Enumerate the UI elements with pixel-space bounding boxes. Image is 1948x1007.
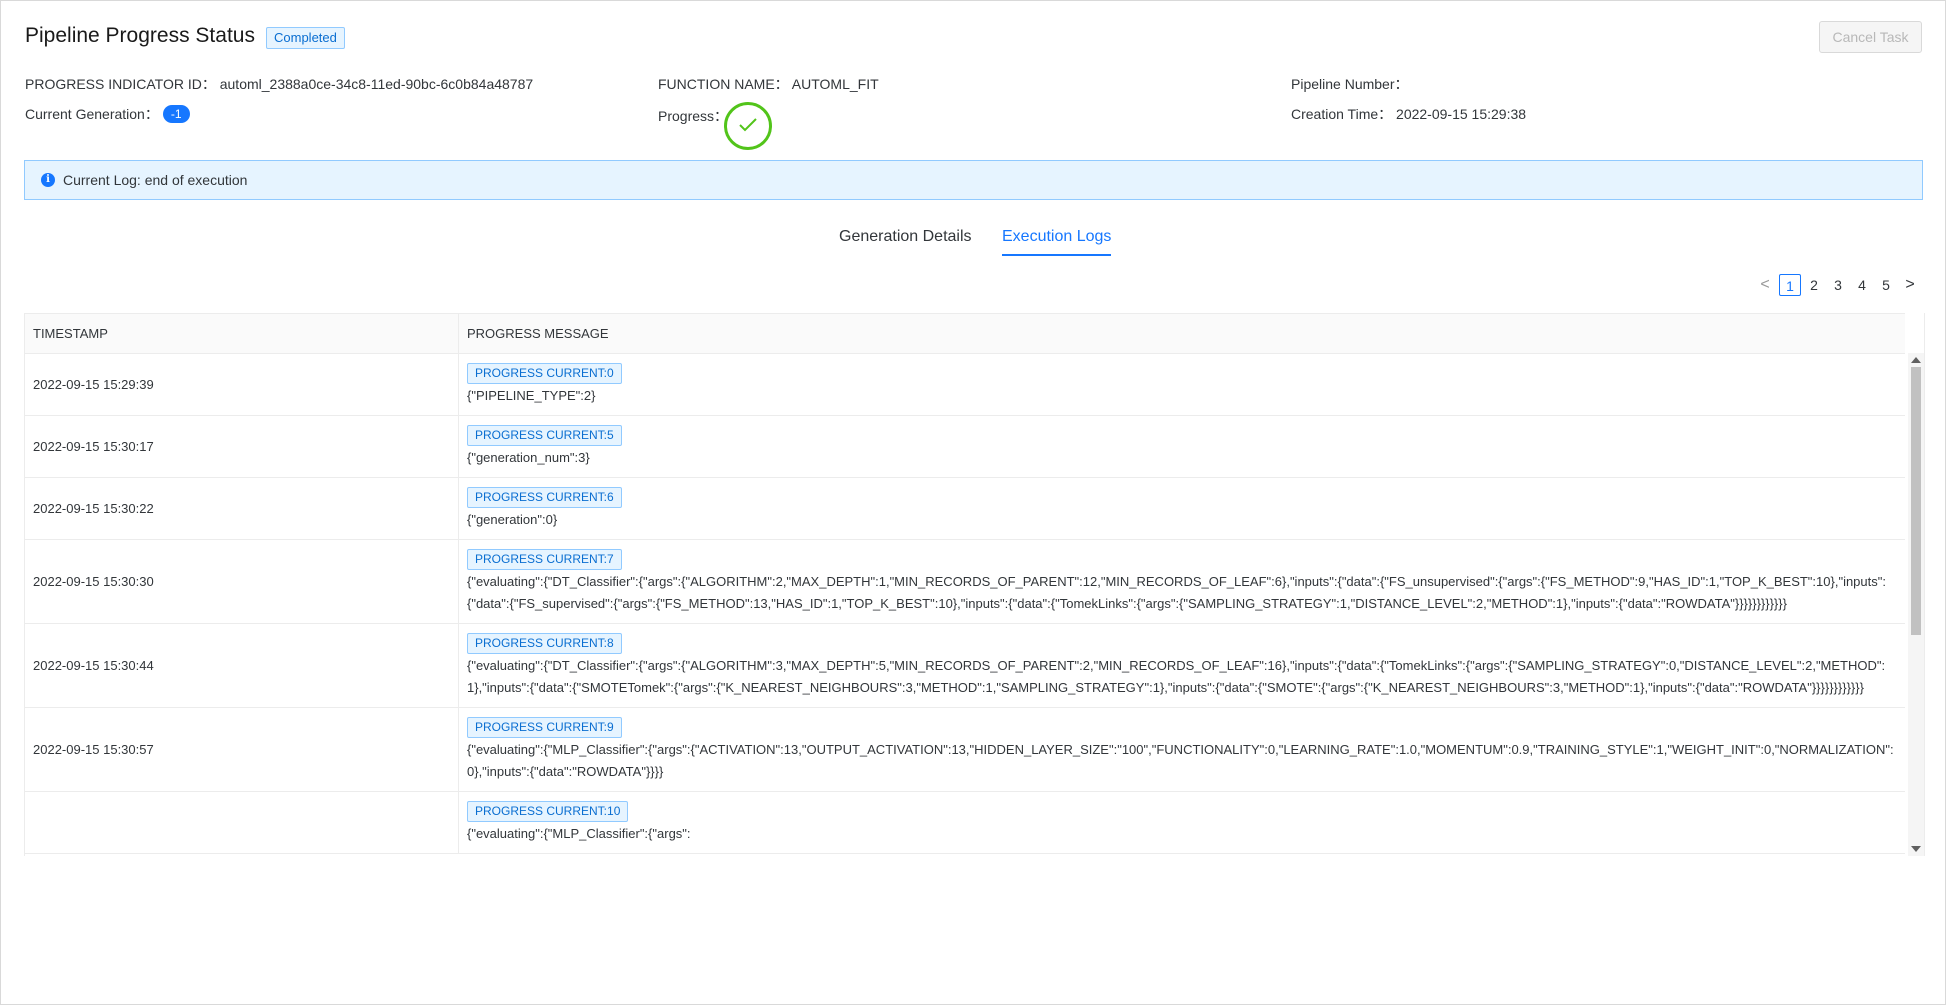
progress-current-tag: PROGRESS CURRENT:9 — [467, 717, 622, 738]
timestamp-cell — [25, 791, 459, 854]
timestamp-cell: 2022-09-15 15:29:39 — [25, 353, 459, 416]
table-scrollbar[interactable] — [1908, 353, 1924, 856]
progress-current-tag: PROGRESS CURRENT:7 — [467, 549, 622, 570]
progress-message: {"evaluating":{"MLP_Classifier":{"args":… — [467, 742, 1894, 779]
creation-time: Creation Time： 2022-09-15 15:29:38 — [1291, 106, 1527, 122]
tab-execution-logs[interactable]: Execution Logs — [1002, 228, 1112, 256]
progress-current-tag: PROGRESS CURRENT:5 — [467, 425, 622, 446]
table-row: 2022-09-15 15:30:57 PROGRESS CURRENT:9 {… — [25, 707, 1905, 792]
progress-indicator-id: PROGRESS INDICATOR ID： automl_2388a0ce-3… — [25, 76, 534, 92]
info-icon: i — [41, 173, 55, 187]
current-log-alert: i Current Log: end of execution — [24, 160, 1923, 200]
progress-message: {"evaluating":{"DT_Classifier":{"args":{… — [467, 574, 1886, 611]
column-header-timestamp: TIMESTAMP — [25, 313, 459, 354]
current-log-text: Current Log: end of execution — [63, 172, 248, 188]
message-cell: PROGRESS CURRENT:7 {"evaluating":{"DT_Cl… — [458, 539, 1905, 624]
table-row: 2022-09-15 15:30:44 PROGRESS CURRENT:8 {… — [25, 623, 1905, 708]
progress-message: {"evaluating":{"MLP_Classifier":{"args": — [467, 826, 691, 841]
progress-message: {"generation_num":3} — [467, 450, 590, 465]
timestamp-cell: 2022-09-15 15:30:30 — [25, 539, 459, 624]
pagination-page[interactable]: 2 — [1803, 274, 1825, 296]
function-name: FUNCTION NAME： AUTOML_FIT — [658, 76, 879, 92]
current-generation-badge: -1 — [162, 105, 190, 123]
progress-current-tag: PROGRESS CURRENT:6 — [467, 487, 622, 508]
progress-current-tag: PROGRESS CURRENT:10 — [467, 801, 629, 822]
progress-message: {"generation":0} — [467, 512, 558, 527]
pipeline-number: Pipeline Number： — [1291, 76, 1409, 92]
scroll-up-icon[interactable] — [1911, 357, 1921, 363]
pagination-page[interactable]: 4 — [1851, 274, 1873, 296]
message-cell: PROGRESS CURRENT:0 {"PIPELINE_TYPE":2} — [458, 353, 1905, 416]
table-header-row: TIMESTAMP PROGRESS MESSAGE — [25, 313, 1905, 354]
progress-label: Progress： — [658, 108, 729, 124]
cancel-task-button[interactable]: Cancel Task — [1819, 21, 1922, 53]
progress-current-tag: PROGRESS CURRENT:0 — [467, 363, 622, 384]
page-title: Pipeline Progress Status — [25, 24, 255, 47]
current-generation: Current Generation： -1 — [25, 104, 190, 124]
timestamp-cell: 2022-09-15 15:30:22 — [25, 477, 459, 540]
pagination-prev-icon[interactable]: < — [1754, 274, 1776, 296]
table-row: PROGRESS CURRENT:10 {"evaluating":{"MLP_… — [25, 791, 1905, 854]
message-cell: PROGRESS CURRENT:5 {"generation_num":3} — [458, 415, 1905, 478]
message-cell: PROGRESS CURRENT:8 {"evaluating":{"DT_Cl… — [458, 623, 1905, 708]
table-row: 2022-09-15 15:30:30 PROGRESS CURRENT:7 {… — [25, 539, 1905, 624]
pagination-page[interactable]: 1 — [1779, 274, 1801, 296]
pagination-page[interactable]: 5 — [1875, 274, 1897, 296]
progress-message: {"evaluating":{"DT_Classifier":{"args":{… — [467, 658, 1886, 695]
table-row: 2022-09-15 15:29:39 PROGRESS CURRENT:0 {… — [25, 353, 1905, 416]
scrollbar-thumb[interactable] — [1911, 367, 1921, 635]
timestamp-cell: 2022-09-15 15:30:57 — [25, 707, 459, 792]
table-row: 2022-09-15 15:30:17 PROGRESS CURRENT:5 {… — [25, 415, 1905, 478]
progress-message: {"PIPELINE_TYPE":2} — [467, 388, 596, 403]
table-row: 2022-09-15 15:30:22 PROGRESS CURRENT:6 {… — [25, 477, 1905, 540]
status-badge: Completed — [266, 27, 345, 49]
timestamp-cell: 2022-09-15 15:30:17 — [25, 415, 459, 478]
column-header-progress-message: PROGRESS MESSAGE — [458, 313, 1905, 354]
message-cell: PROGRESS CURRENT:10 {"evaluating":{"MLP_… — [458, 791, 1905, 854]
message-cell: PROGRESS CURRENT:9 {"evaluating":{"MLP_C… — [458, 707, 1905, 792]
check-icon — [739, 118, 757, 132]
timestamp-cell: 2022-09-15 15:30:44 — [25, 623, 459, 708]
progress-current-tag: PROGRESS CURRENT:8 — [467, 633, 622, 654]
message-cell: PROGRESS CURRENT:6 {"generation":0} — [458, 477, 1905, 540]
tab-generation-details[interactable]: Generation Details — [839, 228, 972, 254]
scroll-down-icon[interactable] — [1911, 846, 1921, 852]
current-generation-label: Current Generation： — [25, 106, 159, 122]
pagination-next-icon[interactable]: > — [1899, 274, 1921, 296]
pagination-page[interactable]: 3 — [1827, 274, 1849, 296]
progress-complete-icon — [724, 102, 772, 150]
execution-logs-table: TIMESTAMP PROGRESS MESSAGE 2022-09-15 15… — [24, 313, 1925, 856]
